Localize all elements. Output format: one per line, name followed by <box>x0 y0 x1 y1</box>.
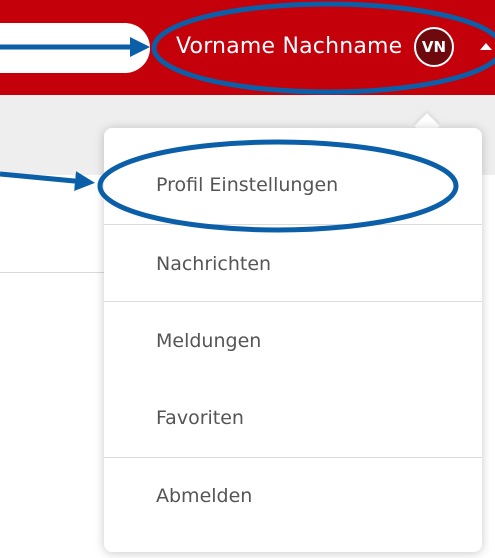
menu-item-favoriten[interactable]: Favoriten <box>104 407 482 429</box>
menu-item-abmelden[interactable]: Abmelden <box>104 485 482 507</box>
user-dropdown-menu: Profil Einstellungen Nachrichten Meldung… <box>104 128 482 552</box>
screenshot-stage: Vorname Nachname VN Profil Einstellungen… <box>0 0 495 558</box>
avatar[interactable]: VN <box>414 27 454 67</box>
menu-separator <box>104 457 482 458</box>
menu-item-nachrichten[interactable]: Nachrichten <box>104 253 482 275</box>
menu-separator <box>104 301 482 302</box>
search-input[interactable] <box>0 23 150 73</box>
arrow-right-icon <box>0 171 95 192</box>
menu-separator <box>104 224 482 225</box>
menu-item-profil-einstellungen[interactable]: Profil Einstellungen <box>104 174 482 196</box>
menu-item-meldungen[interactable]: Meldungen <box>104 330 482 352</box>
caret-up-icon[interactable] <box>480 43 492 50</box>
user-name-label[interactable]: Vorname Nachname <box>176 34 402 59</box>
top-navigation-bar: Vorname Nachname VN <box>0 0 495 95</box>
